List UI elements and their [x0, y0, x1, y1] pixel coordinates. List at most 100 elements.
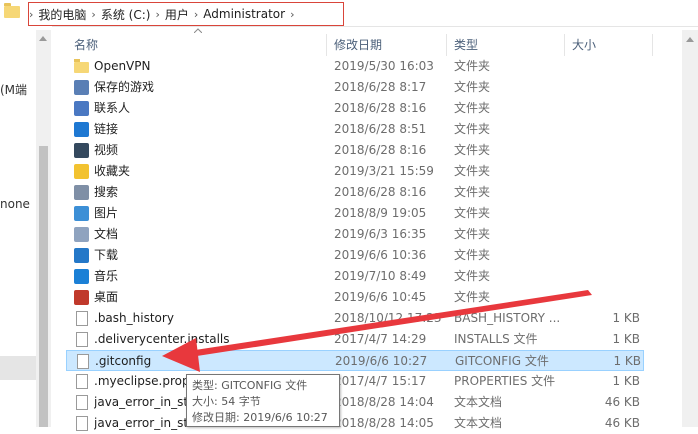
address-bar[interactable]: › 我的电脑 › 系统 (C:) › 用户 › Administrator › [0, 0, 698, 27]
file-size [572, 77, 640, 98]
breadcrumb-separator[interactable]: › [150, 8, 164, 21]
file-type: 文本文档 [454, 416, 503, 430]
file-type: 文件夹 [454, 269, 491, 283]
file-date-modified: 2018/6/28 8:16 [334, 101, 427, 115]
breadcrumb-item-my-computer[interactable]: 我的电脑 [38, 6, 86, 23]
folder-icon [4, 3, 20, 18]
file-row[interactable]: 文档 2019/6/3 16:35 文件夹 [66, 224, 644, 245]
file-name: 收藏夹 [94, 164, 131, 178]
file-size [572, 161, 640, 182]
file-type: 文件夹 [454, 206, 491, 220]
file-row[interactable]: 链接 2018/6/28 8:51 文件夹 [66, 119, 644, 140]
file-row[interactable]: OpenVPN 2019/5/30 16:03 文件夹 [66, 56, 644, 77]
file-size: 46 KB [604, 395, 640, 409]
column-divider[interactable] [564, 34, 565, 56]
file-name: 桌面 [94, 290, 119, 304]
breadcrumb-item-system-c[interactable]: 系统 (C:) [101, 6, 151, 23]
file-type: 文件夹 [454, 164, 491, 178]
file-name: 音乐 [94, 269, 119, 283]
breadcrumb-separator[interactable]: › [189, 8, 203, 21]
file-row[interactable]: .deliverycenter.installs 2017/4/7 14:29 IN… [66, 329, 644, 350]
column-headers: 名称 修改日期 类型 大小 [66, 28, 654, 56]
file-row[interactable]: .bash_history 2018/10/12 17:23 BASH_HISTOR… [66, 308, 644, 329]
file-type: 文件夹 [454, 143, 491, 157]
file-date-modified: 2018/6/28 8:16 [334, 143, 427, 157]
file-icon [76, 416, 88, 431]
column-divider[interactable] [326, 34, 327, 56]
file-row[interactable]: 收藏夹 2019/3/21 15:59 文件夹 [66, 161, 644, 182]
file-icon [76, 311, 88, 326]
scroll-up-icon[interactable] [686, 37, 694, 42]
column-header-date[interactable]: 修改日期 [334, 34, 382, 56]
file-size [572, 224, 640, 245]
breadcrumb-separator[interactable]: › [86, 8, 100, 21]
file-size [572, 266, 640, 287]
file-type: INSTALLS 文件 [454, 332, 538, 346]
desktop-icon [74, 290, 89, 305]
nav-selected-row[interactable] [0, 356, 36, 380]
breadcrumb-separator[interactable]: › [29, 8, 38, 21]
file-name: .bash_history [94, 311, 174, 325]
file-row[interactable]: java_error_in_stu 2018/8/28 14:05 文本文档 46 K… [66, 413, 644, 434]
file-type: 文件夹 [454, 227, 491, 241]
file-date-modified: 2018/8/28 14:05 [334, 416, 434, 430]
column-header-type[interactable]: 类型 [454, 34, 478, 56]
file-row[interactable]: 联系人 2018/6/28 8:16 文件夹 [66, 98, 644, 119]
file-size [572, 56, 640, 77]
column-header-size[interactable]: 大小 [572, 34, 596, 56]
breadcrumb[interactable]: › 我的电脑 › 系统 (C:) › 用户 › Administrator › [28, 2, 344, 26]
file-row[interactable]: 搜索 2018/6/28 8:16 文件夹 [66, 182, 644, 203]
file-date-modified: 2019/6/3 16:35 [334, 227, 427, 241]
file-icon [76, 332, 88, 347]
file-size [572, 287, 640, 308]
file-name: 图片 [94, 206, 119, 220]
videos-icon [74, 143, 89, 158]
file-name: OpenVPN [94, 59, 151, 73]
file-date-modified: 2019/6/6 10:45 [334, 290, 427, 304]
file-row[interactable]: 保存的游戏 2018/6/28 8:17 文件夹 [66, 77, 644, 98]
file-row[interactable]: 桌面 2019/6/6 10:45 文件夹 [66, 287, 644, 308]
file-type: 文件夹 [454, 185, 491, 199]
saved-games-icon [74, 80, 89, 95]
nav-item-partial[interactable]: none [0, 197, 30, 211]
breadcrumb-item-administrator[interactable]: Administrator [203, 7, 285, 21]
file-row[interactable]: .myeclipse.prop 2017/4/7 15:17 PROPERTIES … [66, 371, 644, 392]
nav-scrollbar[interactable] [36, 30, 51, 427]
search-icon [74, 185, 89, 200]
favorites-icon [74, 164, 89, 179]
file-type: 文件夹 [454, 80, 491, 94]
file-info-tooltip: 类型: GITCONFIG 文件 大小: 54 字节 修改日期: 2019/6/… [186, 374, 340, 427]
file-size [572, 98, 640, 119]
tooltip-type: 类型: GITCONFIG 文件 [192, 379, 308, 392]
file-list-scrollbar[interactable] [682, 30, 698, 427]
breadcrumb-separator[interactable]: › [285, 8, 299, 21]
column-divider[interactable] [446, 34, 447, 56]
file-type: 文本文档 [454, 395, 503, 409]
file-date-modified: 2019/7/10 8:49 [334, 269, 427, 283]
file-icon [76, 395, 88, 410]
file-type: 文件夹 [454, 290, 491, 304]
file-date-modified: 2017/4/7 14:29 [334, 332, 427, 346]
file-date-modified: 2018/6/28 8:16 [334, 185, 427, 199]
file-row[interactable]: 视频 2018/6/28 8:16 文件夹 [66, 140, 644, 161]
file-row[interactable]: .gitconfig 2019/6/6 10:27 GITCONFIG 文件 1 KB [66, 350, 644, 371]
column-header-name[interactable]: 名称 [74, 34, 98, 56]
pictures-icon [74, 206, 89, 221]
file-row[interactable]: java_error_in_stu 2018/8/28 14:04 文本文档 46 K… [66, 392, 644, 413]
file-name: .deliverycenter.installs [94, 332, 230, 346]
file-row[interactable]: 图片 2018/8/9 19:05 文件夹 [66, 203, 644, 224]
breadcrumb-item-users[interactable]: 用户 [165, 6, 189, 23]
file-size: 1 KB [612, 311, 640, 325]
file-row[interactable]: 音乐 2019/7/10 8:49 文件夹 [66, 266, 644, 287]
column-divider[interactable] [652, 34, 653, 56]
file-icon [77, 354, 89, 369]
nav-scrollbar-thumb[interactable] [39, 146, 48, 427]
scroll-up-icon[interactable] [39, 36, 47, 41]
file-name: 视频 [94, 143, 119, 157]
tooltip-size: 大小: 54 字节 [192, 395, 261, 408]
file-date-modified: 2019/3/21 15:59 [334, 164, 434, 178]
nav-item-partial[interactable]: (M端 [0, 81, 27, 98]
file-size [572, 182, 640, 203]
file-row[interactable]: 下载 2019/6/6 10:36 文件夹 [66, 245, 644, 266]
links-icon [74, 122, 89, 137]
